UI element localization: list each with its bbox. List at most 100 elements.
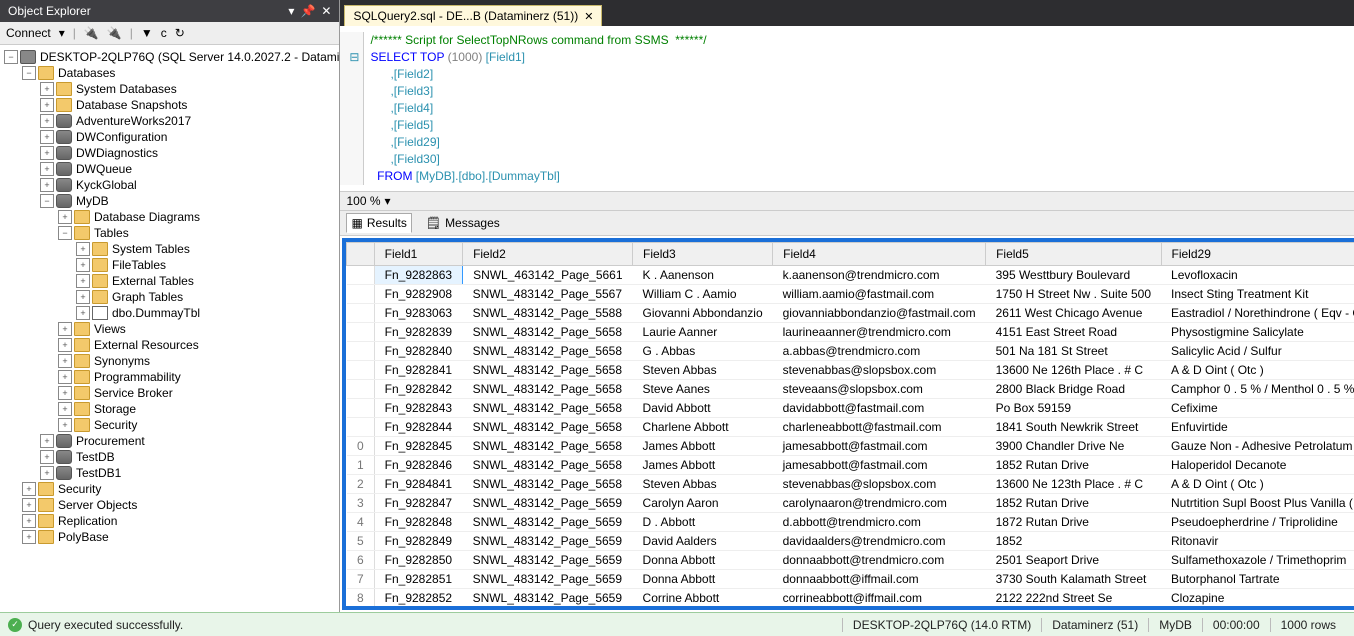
- cell[interactable]: Fn_9282908: [374, 285, 462, 304]
- tree-item[interactable]: +Procurement: [0, 433, 339, 449]
- cell[interactable]: SNWL_483142_Page_5659: [463, 570, 633, 589]
- cell[interactable]: Fn_9284841: [374, 475, 462, 494]
- cell[interactable]: David Abbott: [633, 399, 773, 418]
- cell[interactable]: Clozapine: [1161, 589, 1354, 608]
- mydb-node[interactable]: −MyDB: [0, 193, 339, 209]
- connect-button[interactable]: Connect: [6, 26, 51, 40]
- cell[interactable]: Insect Sting Treatment Kit: [1161, 285, 1354, 304]
- cell[interactable]: 2: [347, 475, 374, 494]
- cell[interactable]: Levofloxacin: [1161, 266, 1354, 285]
- cell[interactable]: A & D Oint ( Otc ): [1161, 475, 1354, 494]
- table-row[interactable]: Fn_9282840SNWL_483142_Page_5658G . Abbas…: [347, 342, 1354, 361]
- cell[interactable]: Donna Abbott: [633, 551, 773, 570]
- cell[interactable]: SNWL_463142_Page_5661: [463, 266, 633, 285]
- cell[interactable]: James Abbott: [633, 437, 773, 456]
- close-icon[interactable]: ✕: [321, 4, 331, 18]
- cell[interactable]: SNWL_483142_Page_5658: [463, 342, 633, 361]
- cell[interactable]: SNWL_483142_Page_5588: [463, 304, 633, 323]
- tree-item[interactable]: +Database Diagrams: [0, 209, 339, 225]
- cell[interactable]: Po Box 59159: [986, 399, 1161, 418]
- cell[interactable]: Steven Abbas: [633, 475, 773, 494]
- tree-item[interactable]: +KyckGlobal: [0, 177, 339, 193]
- cell[interactable]: G . Abbas: [633, 342, 773, 361]
- table-row[interactable]: Fn_9283063SNWL_483142_Page_5588Giovanni …: [347, 304, 1354, 323]
- cell[interactable]: SNWL_483142_Page_5658: [463, 361, 633, 380]
- tree-item[interactable]: +System Tables: [0, 241, 339, 257]
- cell[interactable]: 1852: [986, 532, 1161, 551]
- column-header[interactable]: Field3: [633, 243, 773, 266]
- tree-item[interactable]: +Server Objects: [0, 497, 339, 513]
- cell[interactable]: Sulfamethoxazole / Trimethoprim: [1161, 551, 1354, 570]
- tree-item[interactable]: +DWDiagnostics: [0, 145, 339, 161]
- cell[interactable]: donnaabbott@iffmail.com: [773, 570, 986, 589]
- cell[interactable]: 2122 222nd Street Se: [986, 589, 1161, 608]
- table-row[interactable]: Fn_9282841SNWL_483142_Page_5658Steven Ab…: [347, 361, 1354, 380]
- table-row[interactable]: 6Fn_9282850SNWL_483142_Page_5659Donna Ab…: [347, 551, 1354, 570]
- tree-item[interactable]: +TestDB1: [0, 465, 339, 481]
- dropdown-icon[interactable]: ▾: [288, 4, 294, 18]
- toolbar-icon[interactable]: 🔌: [84, 26, 99, 40]
- tree-item[interactable]: +Synonyms: [0, 353, 339, 369]
- cell[interactable]: 2611 West Chicago Avenue: [986, 304, 1161, 323]
- cell[interactable]: Salicylic Acid / Sulfur: [1161, 342, 1354, 361]
- cell[interactable]: Camphor 0 . 5 % / Menthol 0 . 5 %: [1161, 380, 1354, 399]
- tables-node[interactable]: −Tables: [0, 225, 339, 241]
- cell[interactable]: Fn_9282845: [374, 437, 462, 456]
- cell[interactable]: corrineabbott@iffmail.com: [773, 589, 986, 608]
- cell[interactable]: 13600 Ne 126th Place . # C: [986, 361, 1161, 380]
- tab-sqlquery2[interactable]: SQLQuery2.sql - DE...B (Dataminerz (51))…: [344, 5, 602, 26]
- tree-item[interactable]: +AdventureWorks2017: [0, 113, 339, 129]
- cell[interactable]: Laurie Aanner: [633, 323, 773, 342]
- databases-node[interactable]: −Databases: [0, 65, 339, 81]
- pin-icon[interactable]: 📌: [300, 4, 315, 18]
- cell[interactable]: Fn_9282848: [374, 513, 462, 532]
- cell[interactable]: James Abbott: [633, 456, 773, 475]
- cell[interactable]: stevenabbas@slopsbox.com: [773, 475, 986, 494]
- table-row[interactable]: 2Fn_9284841SNWL_483142_Page_5658Steven A…: [347, 475, 1354, 494]
- cell[interactable]: SNWL_483142_Page_5658: [463, 456, 633, 475]
- cell[interactable]: k.aanenson@trendmicro.com: [773, 266, 986, 285]
- cell[interactable]: davidabbott@fastmail.com: [773, 399, 986, 418]
- cell[interactable]: 1: [347, 456, 374, 475]
- cell[interactable]: 1750 H Street Nw . Suite 500: [986, 285, 1161, 304]
- table-row[interactable]: Fn_9282842SNWL_483142_Page_5658Steve Aan…: [347, 380, 1354, 399]
- tree-item[interactable]: +TestDB: [0, 449, 339, 465]
- cell[interactable]: Carolyn Aaron: [633, 494, 773, 513]
- table-row[interactable]: 5Fn_9282849SNWL_483142_Page_5659David Aa…: [347, 532, 1354, 551]
- cell[interactable]: jamesabbott@fastmail.com: [773, 437, 986, 456]
- cell[interactable]: SNWL_483142_Page_5659: [463, 589, 633, 608]
- filter-icon[interactable]: ▼: [141, 26, 153, 40]
- cell[interactable]: william.aamio@fastmail.com: [773, 285, 986, 304]
- cell[interactable]: Fn_9282863: [374, 266, 462, 285]
- cell[interactable]: Steven Abbas: [633, 361, 773, 380]
- zoom-dropdown[interactable]: ▾: [385, 194, 391, 208]
- cell[interactable]: SNWL_483142_Page_5659: [463, 551, 633, 570]
- cell[interactable]: SNWL_483142_Page_5659: [463, 513, 633, 532]
- cell[interactable]: 3900 Chandler Drive Ne: [986, 437, 1161, 456]
- tab-messages[interactable]: 🗒Messages: [422, 213, 504, 233]
- tree-item[interactable]: +External Tables: [0, 273, 339, 289]
- tree-item[interactable]: +Views: [0, 321, 339, 337]
- cell[interactable]: 501 Na 181 St Street: [986, 342, 1161, 361]
- cell[interactable]: Nutrtition Supl Boost Plus Vanilla ( Otc…: [1161, 494, 1354, 513]
- cell[interactable]: Giovanni Abbondanzio: [633, 304, 773, 323]
- cell[interactable]: Physostigmine Salicylate: [1161, 323, 1354, 342]
- cell[interactable]: SNWL_483142_Page_5567: [463, 285, 633, 304]
- cell[interactable]: 5: [347, 532, 374, 551]
- cell[interactable]: Fn_9282852: [374, 589, 462, 608]
- cell[interactable]: giovanniabbondanzio@fastmail.com: [773, 304, 986, 323]
- tree-item[interactable]: +Security: [0, 417, 339, 433]
- cell[interactable]: Fn_9283063: [374, 304, 462, 323]
- table-row[interactable]: 1Fn_9282846SNWL_483142_Page_5658James Ab…: [347, 456, 1354, 475]
- cell[interactable]: [347, 285, 374, 304]
- cell[interactable]: SNWL_483142_Page_5658: [463, 418, 633, 437]
- server-node[interactable]: −DESKTOP-2QLP76Q (SQL Server 14.0.2027.2…: [0, 49, 339, 65]
- cell[interactable]: steveaans@slopsbox.com: [773, 380, 986, 399]
- cell[interactable]: [347, 342, 374, 361]
- cell[interactable]: David Aalders: [633, 532, 773, 551]
- cell[interactable]: Enfuvirtide: [1161, 418, 1354, 437]
- cell[interactable]: Fn_9282839: [374, 323, 462, 342]
- tree-item[interactable]: +DWQueue: [0, 161, 339, 177]
- cell[interactable]: [347, 399, 374, 418]
- tree-item[interactable]: +Security: [0, 481, 339, 497]
